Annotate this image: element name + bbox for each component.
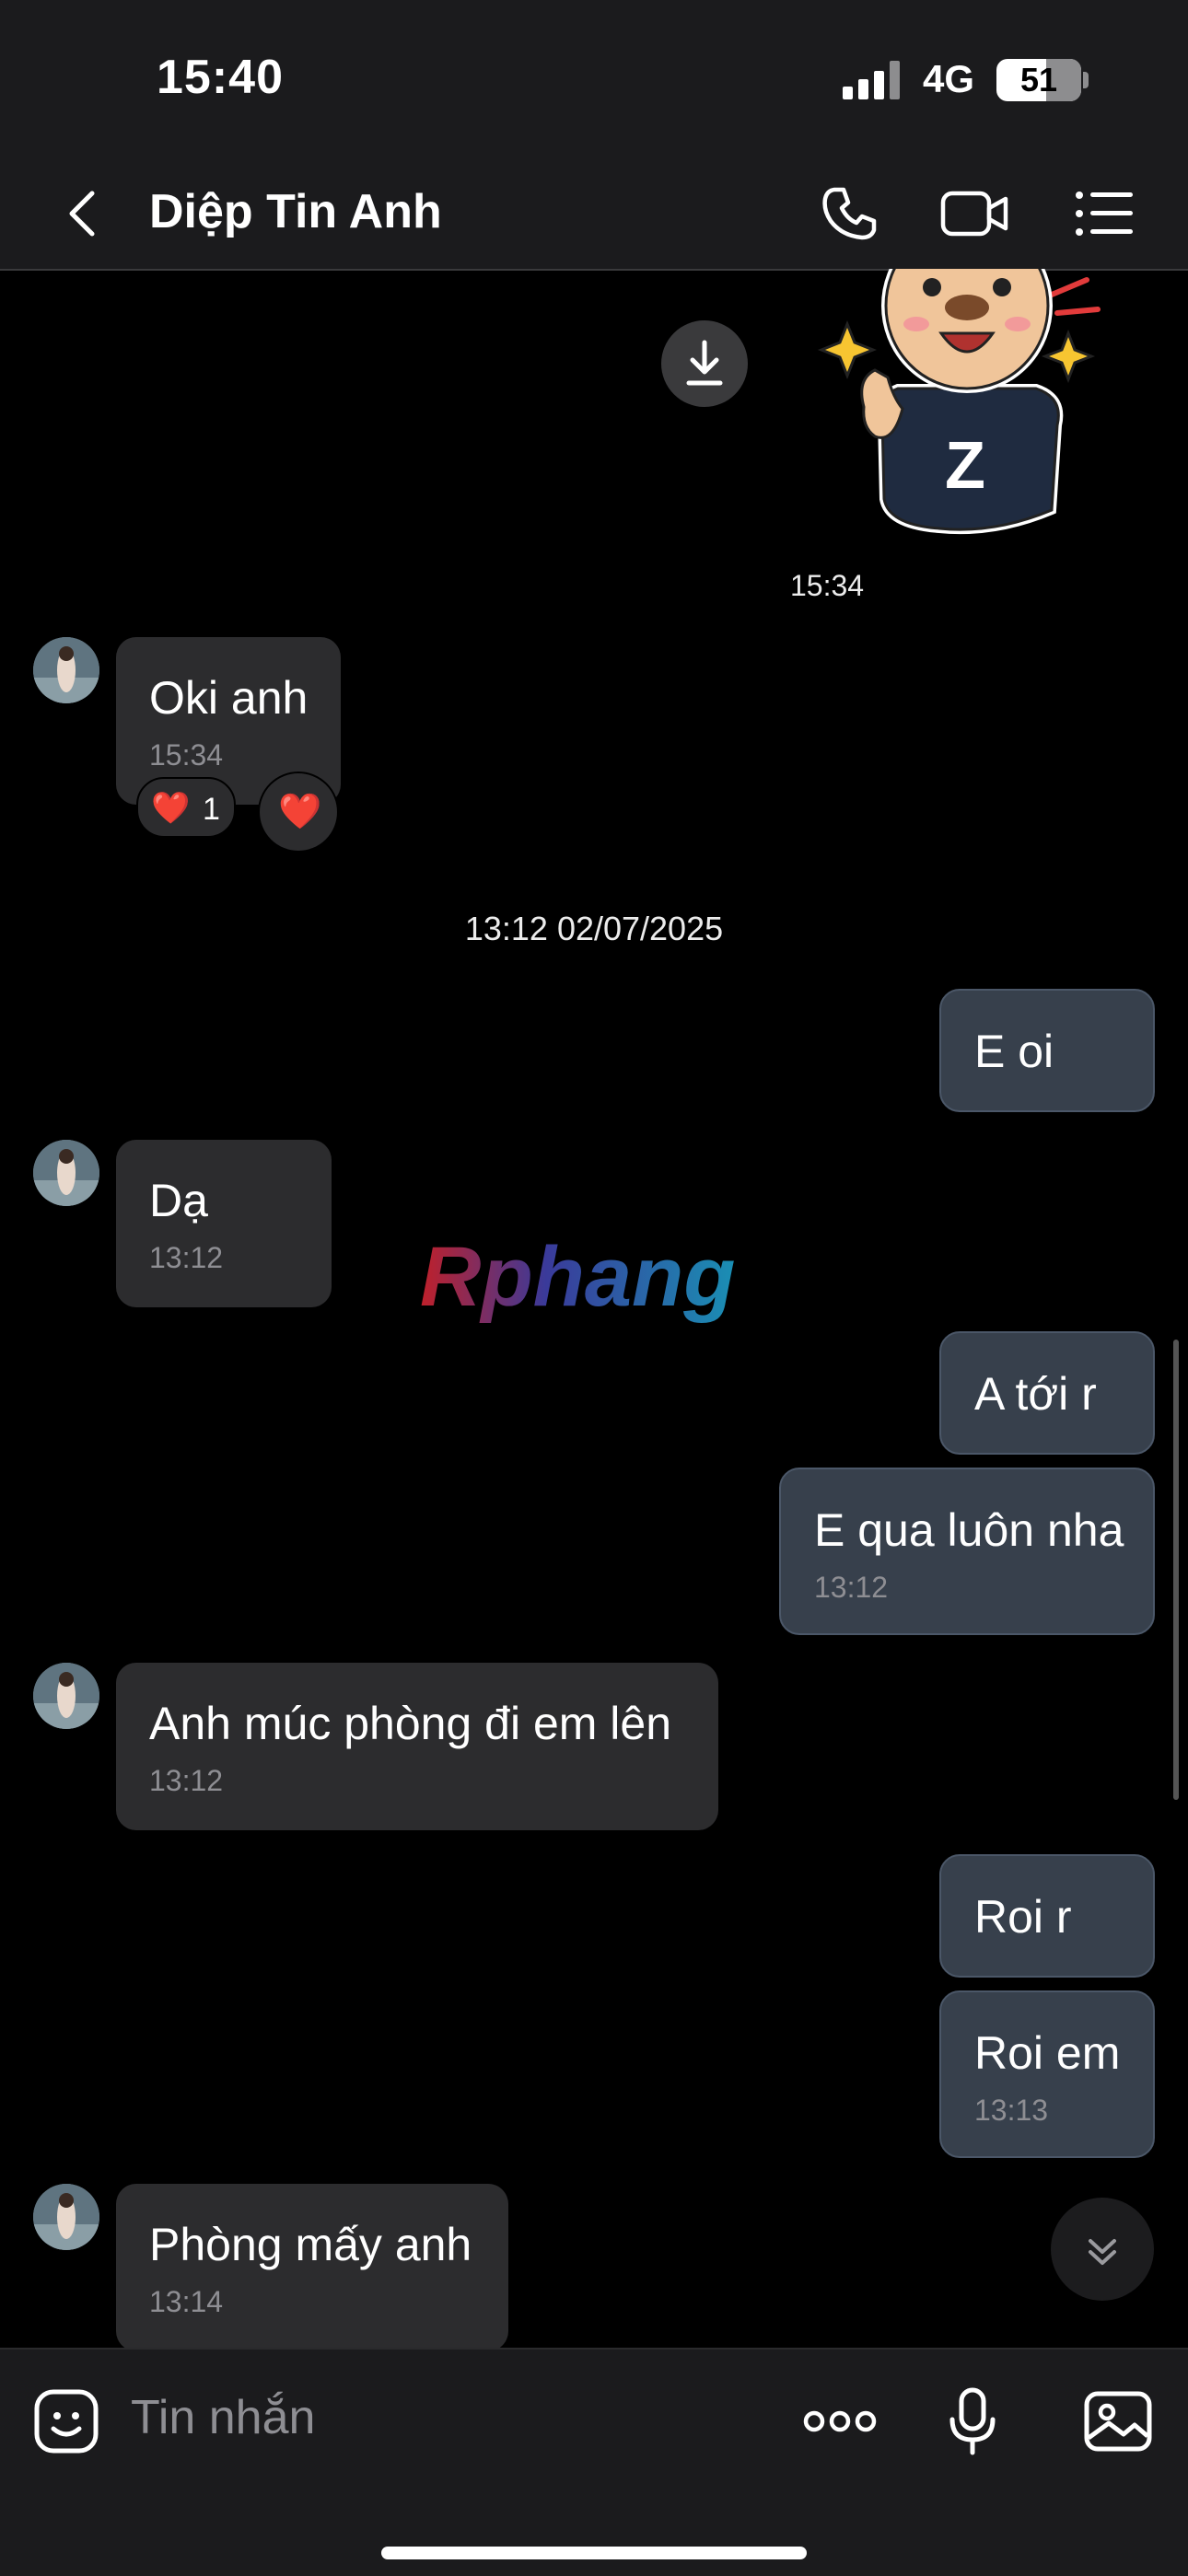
- status-time: 15:40: [157, 51, 284, 104]
- emoji-icon[interactable]: [31, 2386, 101, 2456]
- home-indicator[interactable]: [381, 2547, 807, 2559]
- image-icon[interactable]: [1083, 2386, 1153, 2456]
- message-input[interactable]: Tin nhắn: [131, 2390, 315, 2445]
- watermark-logo: Rphang: [420, 1234, 735, 1324]
- contact-name[interactable]: Diệp Tin Anh: [149, 184, 442, 239]
- message-bubble-incoming[interactable]: Phòng mấy anh 13:14: [116, 2184, 508, 2348]
- message-list[interactable]: Z 15:34 Oki anh 15:34 ❤️ 1 ❤️ 13:12 02/0…: [0, 269, 1188, 2348]
- battery-icon: 51: [996, 59, 1081, 101]
- avatar[interactable]: [33, 1140, 99, 1206]
- sticker-letter: Z: [945, 429, 985, 503]
- message-bubble-outgoing[interactable]: E qua luôn nha 13:12: [779, 1468, 1155, 1635]
- message-bubble-outgoing[interactable]: Roi r: [939, 1854, 1155, 1978]
- message-timestamp: 13:12: [149, 1241, 224, 1274]
- avatar[interactable]: [33, 2184, 99, 2250]
- sticker-timestamp: 15:34: [790, 569, 865, 602]
- message-text: Phòng mấy anh: [149, 2219, 472, 2270]
- message-timestamp: 13:14: [149, 2285, 224, 2318]
- message-bubble-outgoing[interactable]: Roi em 13:13: [939, 1990, 1155, 2158]
- scrollbar[interactable]: [1173, 1340, 1179, 1800]
- sticker-bear-icon[interactable]: Z: [810, 269, 1114, 536]
- date-separator: 13:12 02/07/2025: [464, 910, 724, 947]
- message-text: E qua luôn nha: [814, 1504, 1124, 1556]
- microphone-icon[interactable]: [938, 2386, 1007, 2456]
- message-text: Roi r: [974, 1891, 1072, 1943]
- more-options-icon[interactable]: [801, 2386, 879, 2456]
- status-bar: 15:40 4G 51: [0, 0, 1188, 157]
- reaction-chip[interactable]: ❤️ 1: [136, 777, 236, 838]
- watermark-text: Rphang: [420, 1234, 735, 1324]
- message-text: Oki anh: [149, 672, 309, 724]
- message-text: Anh múc phòng đi em lên: [149, 1698, 672, 1749]
- download-icon[interactable]: [659, 319, 750, 409]
- message-timestamp: 13:12: [149, 1764, 224, 1797]
- signal-icon: [843, 61, 900, 99]
- list-menu-icon[interactable]: [1072, 180, 1138, 247]
- avatar[interactable]: [33, 1663, 99, 1729]
- heart-icon: ❤️: [151, 791, 191, 826]
- reaction-count: 1: [203, 792, 220, 827]
- chevron-left-icon[interactable]: [57, 186, 109, 241]
- message-text: Dạ: [149, 1175, 208, 1226]
- message-timestamp: 15:34: [149, 738, 224, 772]
- message-timestamp: 13:13: [974, 2094, 1049, 2127]
- message-bubble-incoming[interactable]: Dạ 13:12: [116, 1140, 332, 1307]
- message-text: Roi em: [974, 2027, 1121, 2079]
- message-bubble-outgoing[interactable]: E oi: [939, 989, 1155, 1112]
- message-bubble-outgoing[interactable]: A tới r: [939, 1331, 1155, 1455]
- message-text: E oi: [974, 1026, 1054, 1077]
- battery-tip: [1083, 72, 1089, 88]
- video-camera-icon[interactable]: [939, 180, 1011, 247]
- heart-icon: ❤️: [278, 793, 322, 831]
- battery-level: 51: [1019, 61, 1058, 99]
- network-type: 4G: [923, 57, 975, 100]
- message-text: A tới r: [974, 1368, 1097, 1420]
- message-timestamp: 13:12: [814, 1571, 889, 1604]
- phone-icon[interactable]: [816, 180, 882, 247]
- message-composer: Tin nhắn: [0, 2348, 1188, 2576]
- chat-header: Diệp Tin Anh: [0, 157, 1188, 271]
- react-button[interactable]: ❤️: [258, 772, 339, 853]
- scroll-to-bottom-button[interactable]: [1050, 2197, 1155, 2302]
- message-bubble-incoming[interactable]: Anh múc phòng đi em lên 13:12: [116, 1663, 718, 1830]
- avatar[interactable]: [33, 637, 99, 703]
